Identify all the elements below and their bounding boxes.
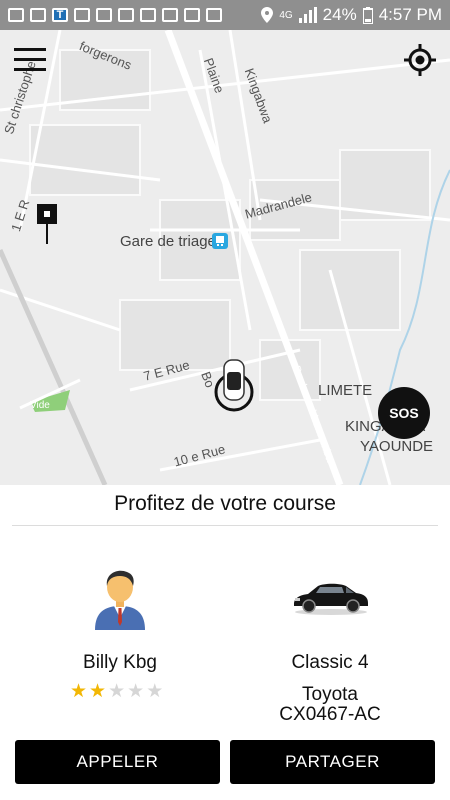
location-icon: [261, 7, 274, 23]
vehicle-plate: CX0467-AC: [279, 704, 381, 725]
pause-icon: [96, 8, 112, 22]
t-app-icon: T: [52, 8, 68, 22]
vehicle-class: Classic 4: [291, 652, 369, 673]
call-button[interactable]: APPELER: [15, 740, 220, 784]
battery-icon: [362, 6, 373, 24]
map-label-vide: Vide: [30, 400, 50, 411]
hamburger-menu-icon[interactable]: [14, 48, 46, 72]
train-station-icon: [212, 233, 228, 249]
driver-avatar-icon: [95, 570, 145, 630]
map-icon: [206, 8, 222, 22]
weather-icon: [118, 8, 134, 22]
car-position-icon: [214, 359, 254, 412]
vehicle-make: Toyota: [302, 684, 358, 705]
star-empty-icon: ★: [108, 681, 126, 702]
signal-icon: [298, 7, 317, 23]
clock: 4:57 PM: [378, 5, 442, 24]
map-label-gare-de-triage: Gare de triage: [120, 233, 216, 250]
map-label-yaounde: YAOUNDE: [360, 438, 434, 455]
flipboard-icon: [140, 8, 156, 22]
image-icon: [30, 8, 46, 22]
divider: [12, 525, 438, 526]
driver-rating: ★ ★ ★ ★ ★: [70, 682, 163, 702]
sim-icon: [74, 8, 90, 22]
share-button[interactable]: PARTAGER: [230, 740, 435, 784]
driver-name: Billy Kbg: [83, 652, 157, 673]
network-type: 4G: [279, 9, 293, 21]
battery-percent: 24%: [322, 5, 357, 24]
star-empty-icon: ★: [146, 681, 164, 702]
system-status: 4G 24% 4:57 PM: [261, 5, 450, 25]
mail-icon: [184, 8, 200, 22]
star-empty-icon: ★: [127, 681, 145, 702]
pickup-pin-icon: [37, 204, 57, 244]
notification-icons: T: [0, 8, 222, 22]
map-label-limete: LIMETE: [318, 382, 373, 399]
crosshair-location-icon[interactable]: [404, 44, 436, 76]
star-filled-icon: ★: [70, 681, 88, 702]
trip-panel-title: Profitez de votre course: [114, 492, 336, 515]
status-bar: T 4G 24% 4:57 PM: [0, 0, 450, 30]
sos-button[interactable]: SOS: [378, 387, 430, 439]
star-filled-icon: ★: [89, 681, 107, 702]
message-icon: [8, 8, 24, 22]
flipboard-icon: [162, 8, 178, 22]
vehicle-image: [294, 583, 368, 615]
